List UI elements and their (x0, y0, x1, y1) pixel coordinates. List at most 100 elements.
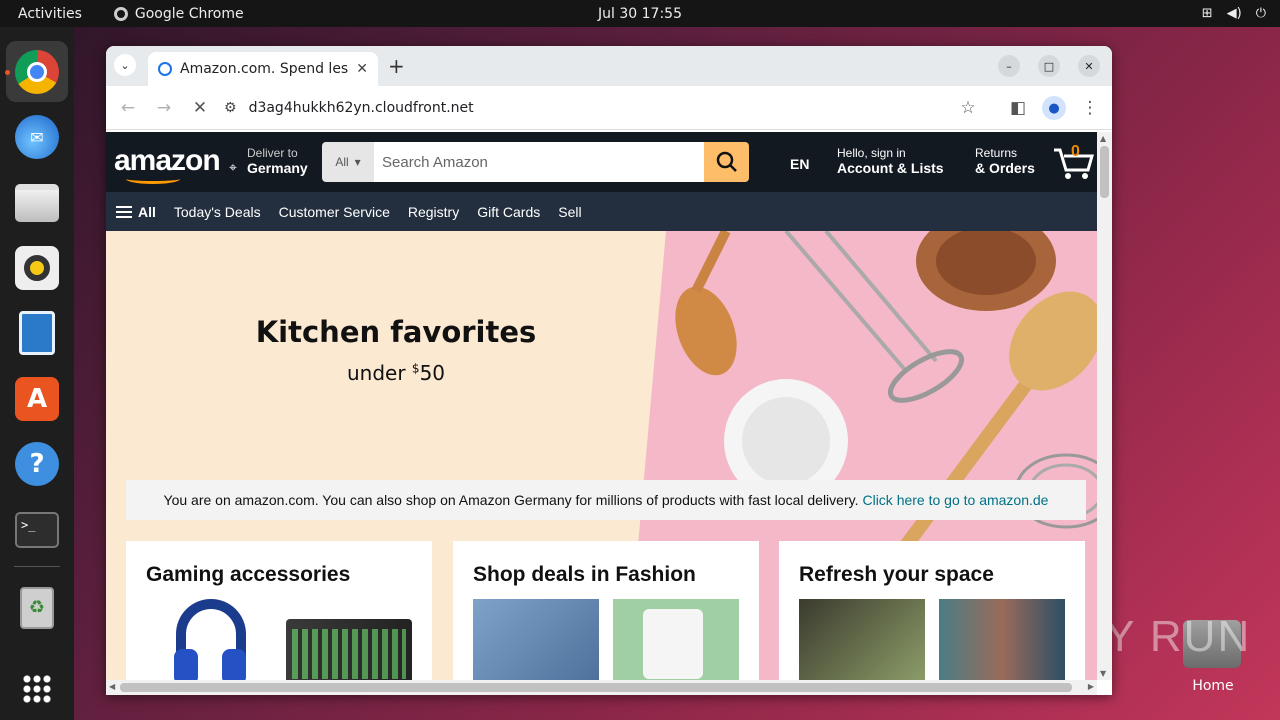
back-button[interactable]: ← (116, 96, 140, 120)
language-selector[interactable]: EN (790, 156, 809, 172)
card-refresh-space[interactable]: Refresh your space (779, 541, 1085, 680)
tab-title: Amazon.com. Spend less. Smile more. (180, 61, 349, 77)
card-fashion[interactable]: Shop deals in Fashion (453, 541, 759, 680)
card-title: Gaming accessories (146, 563, 351, 586)
amazon-logo[interactable]: amazon (114, 144, 221, 178)
dock: ✉ A ? >_ ♻ (0, 27, 74, 720)
account-lists[interactable]: Hello, sign in Account & Lists (837, 146, 944, 176)
side-panel-icon[interactable]: ◧ (1006, 96, 1030, 120)
app-grid-icon (22, 674, 52, 705)
towels-image[interactable] (939, 599, 1065, 680)
card-title: Refresh your space (799, 563, 994, 586)
nav-sell[interactable]: Sell (558, 204, 581, 220)
vertical-scroll-thumb[interactable] (1100, 146, 1109, 198)
tab-search-button[interactable]: ⌄ (114, 54, 136, 76)
nav-customer-service[interactable]: Customer Service (279, 204, 390, 220)
chrome-small-icon (113, 6, 128, 21)
hero-title: Kitchen favorites (255, 315, 537, 349)
nav-todays-deals[interactable]: Today's Deals (174, 204, 261, 220)
notice-text: You are on amazon.com. You can also shop… (163, 492, 859, 508)
cart-button[interactable]: 0 (1052, 142, 1096, 182)
jeans-image[interactable] (473, 599, 599, 680)
scroll-down-icon[interactable]: ▼ (1100, 669, 1106, 678)
search-category-dropdown[interactable]: All ▾ (322, 142, 374, 182)
stop-loading-button[interactable]: ✕ (188, 96, 212, 120)
system-tray[interactable]: ⊞ ◀) ⏻ (1202, 6, 1266, 21)
horizontal-scrollbar[interactable]: ◀ ▶ (106, 680, 1097, 695)
app-center-icon: A (15, 376, 59, 421)
headset-image[interactable] (146, 599, 272, 680)
scroll-up-icon[interactable]: ▲ (1100, 134, 1106, 143)
trash-icon: ♻ (20, 586, 54, 629)
forward-button[interactable]: → (152, 96, 176, 120)
dock-trash[interactable]: ♻ (6, 577, 68, 638)
glassware-image[interactable] (799, 599, 925, 680)
amazon-nav: All Today's Deals Customer Service Regis… (106, 192, 1097, 231)
hero-price: 50 (419, 361, 446, 385)
nav-gift-cards[interactable]: Gift Cards (477, 204, 540, 220)
close-window-button[interactable]: ✕ (1078, 55, 1100, 77)
activities-button[interactable]: Activities (18, 6, 82, 22)
dock-writer[interactable] (6, 303, 68, 364)
dock-files[interactable] (6, 172, 68, 233)
dock-thunderbird[interactable]: ✉ (6, 106, 68, 167)
vertical-scrollbar[interactable]: ▲ ▼ (1097, 132, 1112, 680)
deliver-label: Deliver to (247, 146, 298, 160)
horizontal-scroll-thumb[interactable] (120, 683, 1072, 692)
dock-terminal[interactable]: >_ (6, 499, 68, 560)
scroll-left-icon[interactable]: ◀ (109, 682, 115, 691)
search-submit-button[interactable] (704, 142, 749, 182)
dock-rhythmbox[interactable] (6, 237, 68, 298)
minimize-button[interactable]: – (998, 55, 1020, 77)
chrome-icon (15, 49, 59, 94)
nav-registry[interactable]: Registry (408, 204, 459, 220)
profile-avatar[interactable]: ● (1042, 96, 1066, 120)
keyboard-image[interactable] (286, 599, 412, 680)
clock[interactable]: Jul 30 17:55 (598, 6, 682, 22)
search-icon (716, 151, 737, 172)
thunderbird-icon: ✉ (15, 115, 59, 160)
all-menu-button[interactable]: All (116, 204, 156, 220)
card-gaming[interactable]: Gaming accessories (126, 541, 432, 680)
files-icon (15, 183, 59, 222)
hero-banner[interactable]: Kitchen favorites under $50 You are on a… (106, 231, 1097, 680)
tab-amazon[interactable]: Amazon.com. Spend less. Smile more. ✕ (148, 52, 378, 86)
dock-app-center[interactable]: A (6, 368, 68, 429)
amazon-header: amazon ⌖ Deliver to Germany All ▾ Search… (106, 132, 1097, 192)
orders-label: & Orders (975, 160, 1035, 176)
site-info-icon[interactable]: ⚙ (224, 100, 237, 116)
amazon-de-link[interactable]: Click here to go to amazon.de (862, 492, 1048, 508)
new-tab-button[interactable]: + (388, 54, 405, 78)
hamburger-icon (116, 205, 132, 218)
dock-show-apps[interactable] (6, 659, 68, 720)
home-folder-label[interactable]: Home (1180, 678, 1246, 694)
writer-icon (19, 311, 55, 356)
account-label: Account & Lists (837, 160, 944, 176)
bookmark-star-icon[interactable]: ☆ (956, 96, 980, 120)
address-bar[interactable]: ⚙ d3ag4hukkh62yn.cloudfront.net (224, 90, 994, 126)
help-icon: ? (15, 442, 59, 487)
app-menu[interactable]: Google Chrome (113, 5, 244, 22)
amazon-smile-logo (126, 174, 180, 184)
tshirt-image[interactable] (613, 599, 739, 680)
search-category-label: All (335, 155, 349, 169)
power-icon: ⏻ (1255, 6, 1266, 21)
terminal-icon: >_ (15, 511, 59, 548)
chrome-menu-icon[interactable]: ⋮ (1078, 96, 1102, 120)
deliver-country: Germany (247, 160, 308, 176)
tab-close-icon[interactable]: ✕ (356, 61, 368, 77)
maximize-button[interactable]: □ (1038, 55, 1060, 77)
hero-sub-prefix: under (346, 361, 412, 385)
card-title: Shop deals in Fashion (473, 563, 696, 586)
deliver-to[interactable]: ⌖ Deliver to Germany (229, 146, 308, 176)
loading-favicon-icon (158, 62, 172, 76)
hero-currency: $ (411, 361, 420, 376)
dock-chrome[interactable] (5, 41, 68, 103)
scroll-right-icon[interactable]: ▶ (1088, 682, 1094, 691)
returns-label: Returns (975, 146, 1018, 160)
account-greeting: Hello, sign in (837, 146, 906, 160)
dock-help[interactable]: ? (6, 433, 68, 494)
returns-orders[interactable]: Returns & Orders (975, 146, 1035, 176)
search-input[interactable] (374, 142, 704, 182)
app-menu-label: Google Chrome (134, 5, 244, 22)
